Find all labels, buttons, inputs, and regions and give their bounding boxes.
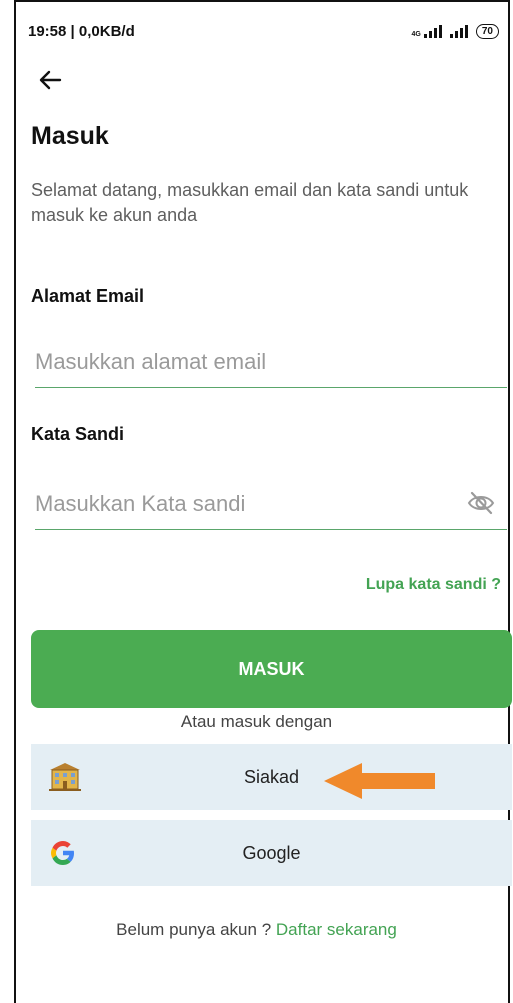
login-button-label: MASUK — [238, 658, 305, 679]
page-title: Masuk — [31, 122, 109, 150]
status-time: 19:58 | 0,0KB/d — [28, 22, 135, 40]
status-icons: 4G 70 — [412, 23, 499, 39]
register-prompt-text: Belum punya akun ? — [116, 920, 272, 939]
google-icon — [51, 841, 74, 865]
login-button[interactable]: MASUK — [31, 630, 512, 708]
email-input[interactable] — [35, 337, 507, 388]
eye-off-icon[interactable] — [466, 490, 496, 516]
register-prompt: Belum punya akun ? Daftar sekarang — [0, 920, 513, 940]
siakad-label: Siakad — [243, 766, 300, 787]
status-bar: 19:58 | 0,0KB/d 4G 70 — [28, 18, 499, 44]
google-login-button[interactable]: Google — [31, 820, 512, 886]
password-label: Kata Sandi — [31, 424, 125, 444]
social-divider-text: Atau masuk dengan — [180, 712, 333, 731]
network-type-label: 4G — [411, 31, 421, 38]
page-subtitle: Selamat datang, masukkan email dan kata … — [31, 180, 469, 225]
orange-arrow-annotation — [324, 763, 435, 799]
back-arrow-icon[interactable] — [36, 66, 64, 94]
email-label: Alamat Email — [31, 286, 145, 306]
forgot-password-link[interactable]: Lupa kata sandi ? — [366, 576, 501, 594]
signal-icon: 4G — [412, 24, 442, 38]
building-icon — [49, 763, 81, 791]
siakad-login-button[interactable]: Siakad — [31, 744, 512, 810]
battery-icon: 70 — [475, 23, 499, 39]
password-input[interactable] — [35, 479, 507, 530]
register-link[interactable]: Daftar sekarang — [276, 920, 397, 939]
signal-icon — [449, 24, 468, 38]
google-label: Google — [242, 842, 301, 863]
